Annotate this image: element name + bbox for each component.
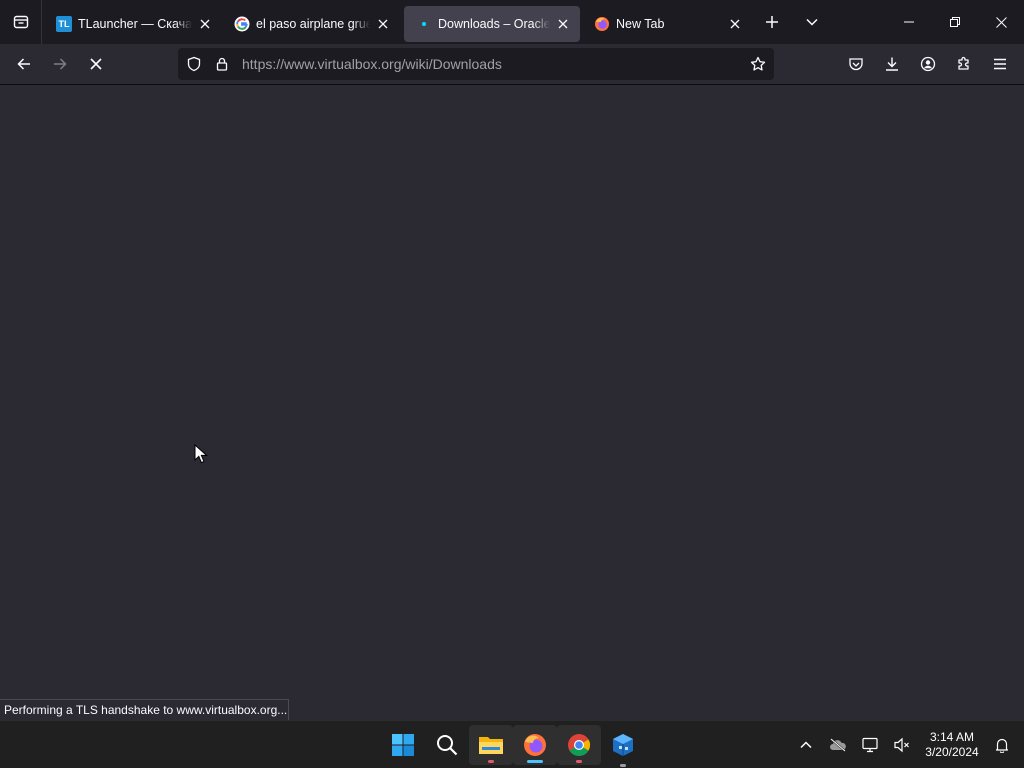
tab-new-tab[interactable]: New Tab bbox=[582, 6, 752, 42]
google-favicon bbox=[234, 16, 250, 32]
pocket-button[interactable] bbox=[838, 48, 874, 80]
network-icon bbox=[862, 737, 878, 753]
forward-arrow-icon bbox=[54, 58, 67, 70]
taskbar-virtualbox[interactable] bbox=[601, 721, 645, 768]
status-panel: Performing a TLS handshake to www.virtua… bbox=[0, 699, 289, 721]
download-icon bbox=[886, 57, 898, 71]
onedrive-button[interactable] bbox=[822, 721, 854, 768]
downloads-button[interactable] bbox=[874, 48, 910, 80]
tab-close-button[interactable] bbox=[726, 15, 744, 33]
clock-date: 3/20/2024 bbox=[925, 745, 979, 759]
account-button[interactable] bbox=[910, 48, 946, 80]
extensions-button[interactable] bbox=[946, 48, 982, 80]
tab-close-button[interactable] bbox=[554, 15, 572, 33]
tab-close-button[interactable] bbox=[196, 15, 214, 33]
tab-virtualbox-downloads[interactable]: Downloads – Oracle VM VirtualBox bbox=[404, 6, 580, 42]
file-explorer-icon bbox=[479, 737, 503, 754]
navigation-toolbar: https://www.virtualbox.org/wiki/Download… bbox=[0, 44, 1024, 85]
tlauncher-favicon: TL bbox=[56, 16, 72, 32]
minimize-button[interactable] bbox=[886, 0, 932, 44]
tab-title: TLauncher — Скачать bbox=[78, 17, 192, 31]
taskbar-apps bbox=[381, 721, 645, 768]
stop-icon bbox=[90, 58, 102, 70]
volume-button[interactable] bbox=[886, 721, 918, 768]
minimize-icon bbox=[904, 21, 914, 23]
running-indicator bbox=[488, 760, 494, 763]
taskbar-chrome[interactable] bbox=[557, 725, 601, 765]
back-button[interactable] bbox=[6, 48, 42, 80]
toolbar-buttons bbox=[838, 48, 1018, 80]
loading-dot-icon bbox=[416, 16, 432, 32]
account-icon bbox=[920, 56, 936, 72]
restore-icon bbox=[950, 17, 960, 27]
tab-title: el paso airplane grueso bbox=[256, 17, 370, 31]
forward-button[interactable] bbox=[42, 48, 78, 80]
search-icon bbox=[437, 735, 458, 756]
pocket-icon bbox=[849, 58, 863, 71]
close-window-button[interactable] bbox=[978, 0, 1024, 44]
restore-button[interactable] bbox=[932, 0, 978, 44]
virtualbox-icon bbox=[613, 734, 633, 756]
close-icon bbox=[995, 16, 1007, 28]
puzzle-piece-icon bbox=[958, 56, 969, 70]
tab-google-search[interactable]: el paso airplane grueso bbox=[222, 6, 400, 42]
firefox-view-icon bbox=[13, 15, 28, 29]
active-indicator bbox=[527, 760, 543, 763]
tracking-protection-shield-icon[interactable] bbox=[180, 48, 208, 80]
chevron-down-icon bbox=[806, 18, 818, 26]
taskbar-clock[interactable]: 3:14 AM 3/20/2024 bbox=[920, 730, 984, 760]
tab-strip: TL TLauncher — Скачать el paso airplane … bbox=[0, 0, 1024, 44]
bookmark-star-icon[interactable] bbox=[744, 48, 772, 80]
close-icon bbox=[378, 19, 388, 29]
running-indicator bbox=[576, 760, 582, 763]
chevron-up-icon bbox=[800, 741, 812, 749]
windows-taskbar: 3:14 AM 3/20/2024 bbox=[0, 720, 1024, 768]
url-text[interactable]: https://www.virtualbox.org/wiki/Download… bbox=[236, 56, 744, 72]
clock-time: 3:14 AM bbox=[929, 730, 975, 744]
taskbar-file-explorer[interactable] bbox=[469, 725, 513, 765]
chrome-icon bbox=[568, 734, 590, 756]
firefox-view-button[interactable] bbox=[0, 0, 42, 44]
window-controls bbox=[886, 0, 1024, 44]
show-hidden-icons-button[interactable] bbox=[790, 721, 822, 768]
speaker-muted-icon bbox=[894, 737, 909, 753]
cloud-offline-icon bbox=[830, 738, 846, 752]
screen: TL TLauncher — Скачать el paso airplane … bbox=[0, 0, 1024, 768]
url-bar[interactable]: https://www.virtualbox.org/wiki/Download… bbox=[178, 48, 774, 80]
lock-icon[interactable] bbox=[208, 48, 236, 80]
tab-title: Downloads – Oracle VM VirtualBox bbox=[438, 17, 550, 31]
search-button[interactable] bbox=[425, 721, 469, 768]
firefox-icon bbox=[524, 734, 546, 756]
network-button[interactable] bbox=[854, 721, 886, 768]
plus-icon bbox=[766, 16, 778, 28]
stop-button[interactable] bbox=[78, 48, 114, 80]
tab-close-button[interactable] bbox=[374, 15, 392, 33]
close-icon bbox=[730, 19, 740, 29]
system-tray: 3:14 AM 3/20/2024 bbox=[790, 721, 1024, 768]
close-icon bbox=[200, 19, 210, 29]
bell-icon bbox=[995, 738, 1009, 753]
close-icon bbox=[558, 19, 568, 29]
pinned-indicator bbox=[620, 764, 626, 767]
back-arrow-icon bbox=[17, 58, 30, 70]
firefox-favicon bbox=[594, 16, 610, 32]
tab-tlauncher[interactable]: TL TLauncher — Скачать bbox=[44, 6, 222, 42]
mouse-cursor-icon bbox=[194, 444, 208, 464]
page-content bbox=[0, 85, 1024, 720]
tab-title: New Tab bbox=[616, 17, 665, 31]
notifications-button[interactable] bbox=[986, 721, 1018, 768]
windows-start-icon bbox=[392, 734, 414, 756]
app-menu-button[interactable] bbox=[982, 48, 1018, 80]
taskbar-firefox[interactable] bbox=[513, 725, 557, 765]
start-button[interactable] bbox=[381, 721, 425, 768]
new-tab-button[interactable] bbox=[752, 0, 792, 44]
hamburger-menu-icon bbox=[994, 58, 1006, 70]
list-all-tabs-button[interactable] bbox=[792, 0, 832, 44]
